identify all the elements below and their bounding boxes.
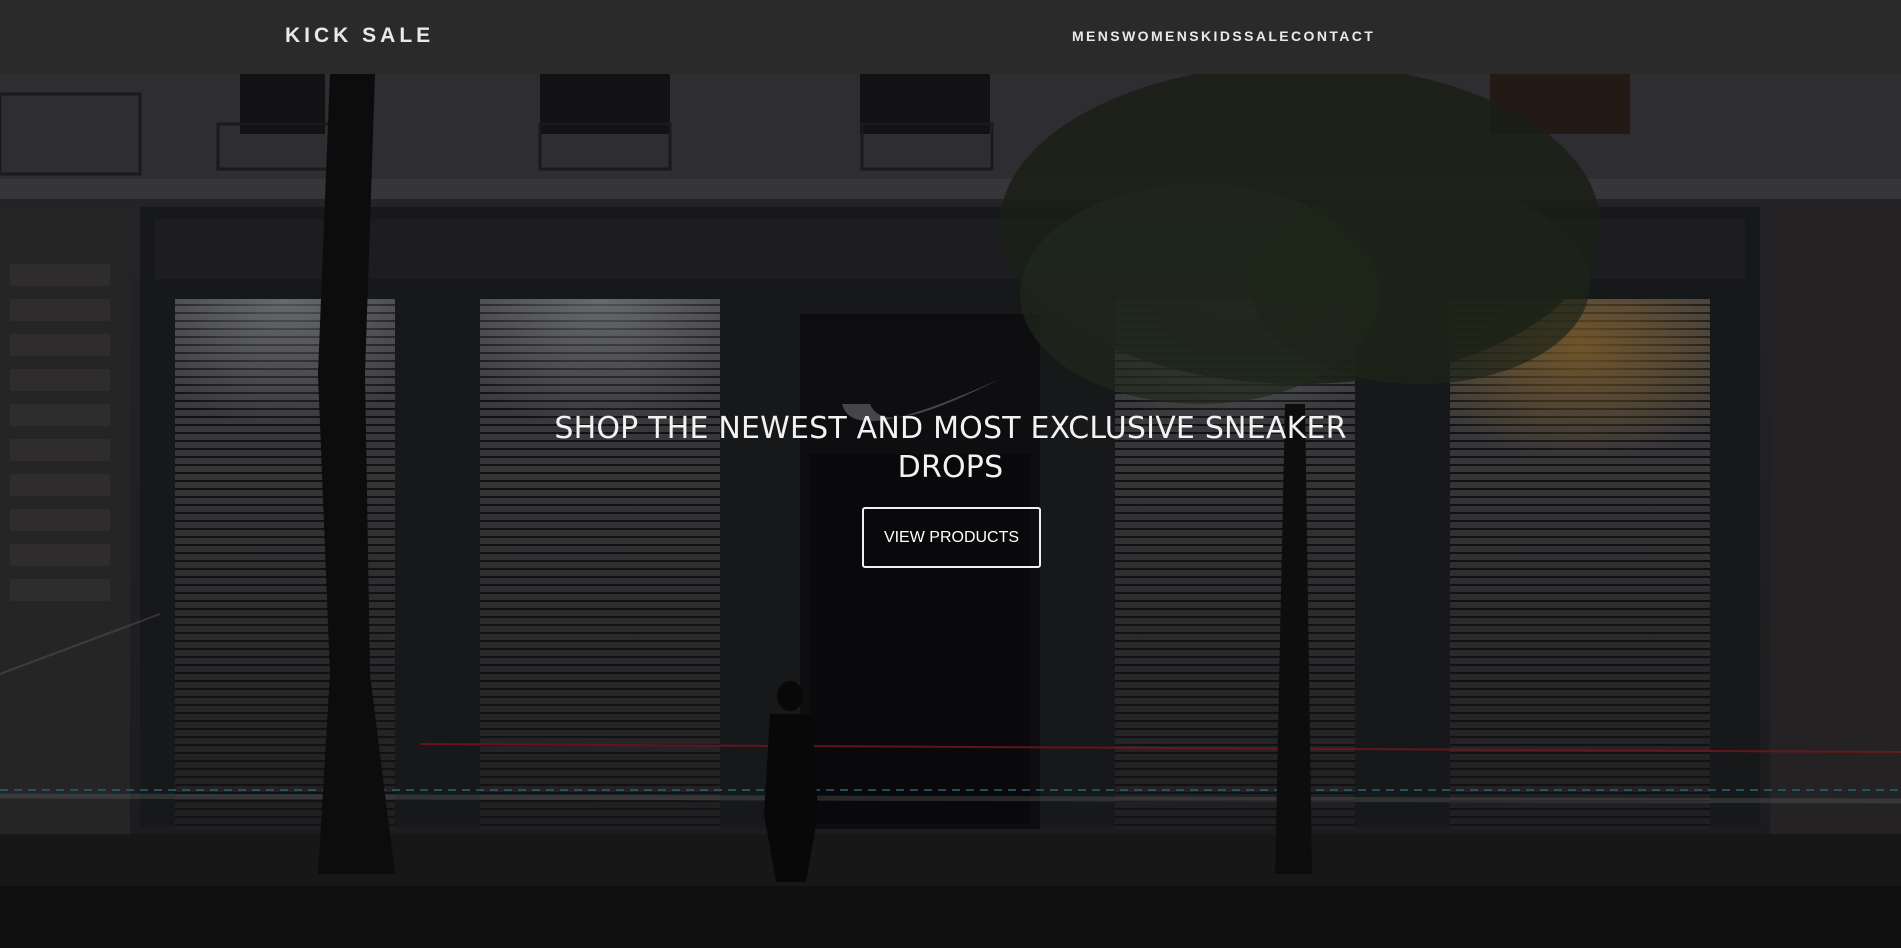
navbar: KICK SALE MENS WOMENS KIDS SALE CONTACT [0,0,1901,74]
nav-menu: MENS WOMENS KIDS SALE CONTACT [1072,28,1375,46]
hero-section: SHOP THE NEWEST AND MOST EXCLUSIVE SNEAK… [0,74,1901,948]
nav-link-sale[interactable]: SALE [1244,28,1291,44]
nav-link-womens[interactable]: WOMENS [1122,28,1201,44]
brand-logo[interactable]: KICK SALE [285,24,434,48]
nav-link-mens[interactable]: MENS [1072,28,1122,44]
nav-link-kids[interactable]: KIDS [1201,28,1244,44]
view-products-button[interactable]: VIEW PRODUCTS [862,507,1041,568]
hero-headline: SHOP THE NEWEST AND MOST EXCLUSIVE SNEAK… [554,411,1347,485]
nav-link-contact[interactable]: CONTACT [1291,28,1375,44]
